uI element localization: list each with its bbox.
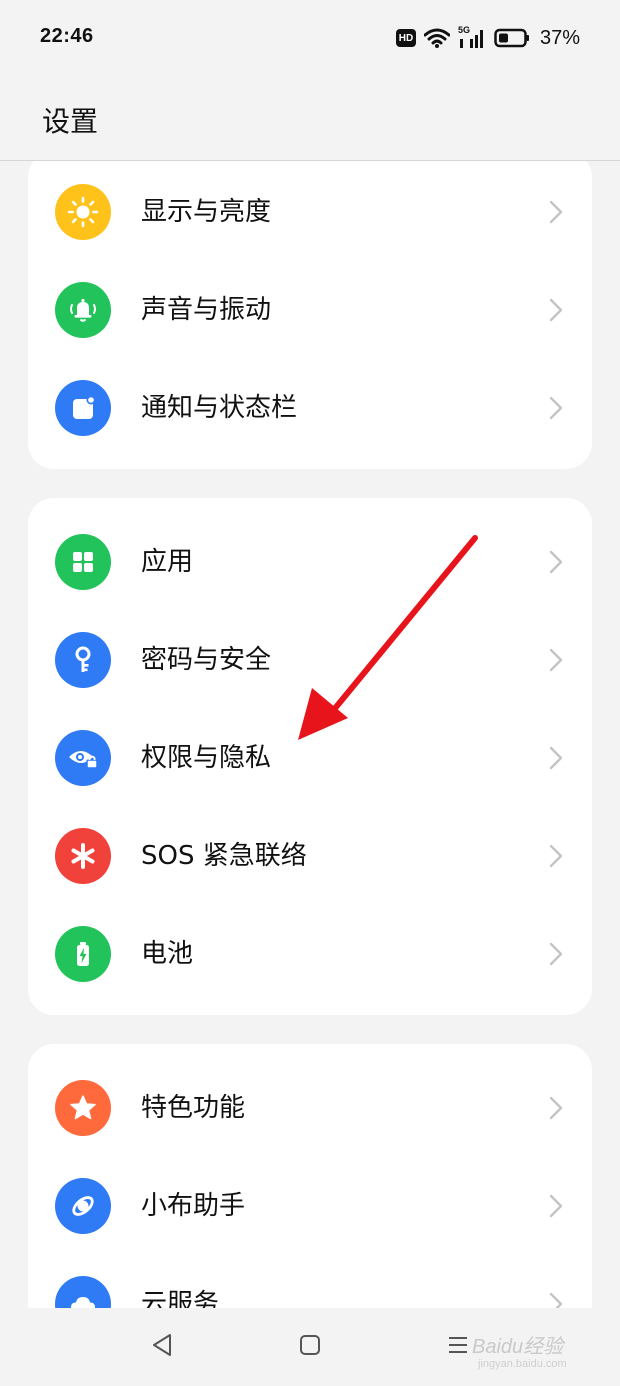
chevron-right-icon xyxy=(549,1194,563,1218)
star-icon xyxy=(55,1080,111,1136)
chevron-right-icon xyxy=(549,200,563,224)
settings-item-label: 密码与安全 xyxy=(141,645,272,675)
settings-item-notification-statusbar[interactable]: 通知与状态栏 xyxy=(28,359,592,457)
settings-item-cloud-service[interactable]: 云服务 xyxy=(28,1255,592,1308)
settings-group-apps-security: 应用 密码与安全 权限与隐私 SOS 紧急联络 电池 xyxy=(28,498,592,1015)
signal-bars-icon xyxy=(459,30,483,48)
settings-item-label: 通知与状态栏 xyxy=(141,393,298,423)
chevron-right-icon xyxy=(549,746,563,770)
chevron-right-icon xyxy=(549,396,563,420)
asterisk-icon xyxy=(55,828,111,884)
settings-item-breeno-assistant[interactable]: 小布助手 xyxy=(28,1157,592,1255)
settings-item-sound-vibration[interactable]: 声音与振动 xyxy=(28,261,592,359)
chevron-right-icon xyxy=(549,298,563,322)
wifi-icon xyxy=(423,28,450,48)
battery-icon xyxy=(55,926,111,982)
settings-item-label: 小布助手 xyxy=(141,1191,246,1221)
settings-item-label: 显示与亮度 xyxy=(141,197,272,227)
watermark: Baidu经验 xyxy=(472,1336,564,1358)
apps-grid-icon xyxy=(55,534,111,590)
status-bar: 22:46 HD 5G 37% xyxy=(0,0,620,76)
settings-item-label: 特色功能 xyxy=(141,1093,246,1123)
cloud-icon xyxy=(55,1276,111,1308)
notification-icon xyxy=(55,380,111,436)
settings-item-permissions-privacy[interactable]: 权限与隐私 xyxy=(28,709,592,807)
recents-menu-icon[interactable] xyxy=(446,1332,470,1358)
settings-item-label: 云服务 xyxy=(141,1289,220,1308)
status-time: 22:46 xyxy=(40,25,94,47)
settings-item-apps[interactable]: 应用 xyxy=(28,513,592,611)
settings-item-password-security[interactable]: 密码与安全 xyxy=(28,611,592,709)
settings-item-label: SOS 紧急联络 xyxy=(141,841,307,871)
settings-item-label: 应用 xyxy=(141,547,194,577)
cellular-signal: 5G xyxy=(458,25,486,49)
home-icon[interactable] xyxy=(298,1332,322,1358)
key-icon xyxy=(55,632,111,688)
chevron-right-icon xyxy=(549,1096,563,1120)
battery-percentage: 37% xyxy=(539,26,580,49)
settings-item-label: 电池 xyxy=(141,939,194,969)
bell-icon xyxy=(55,282,111,338)
settings-item-label: 声音与振动 xyxy=(141,295,272,325)
settings-group-features: 特色功能 小布助手 云服务 xyxy=(28,1044,592,1308)
hd-badge: HD xyxy=(395,29,416,47)
back-icon[interactable] xyxy=(150,1332,174,1358)
settings-item-special-features[interactable]: 特色功能 xyxy=(28,1059,592,1157)
watermark-url: jingyan.baidu.com xyxy=(478,1358,567,1370)
battery-status-icon xyxy=(494,28,529,48)
settings-list[interactable]: 显示与亮度 声音与振动 通知与状态栏 应用 密码与安全 权限与隐私 SOS 紧急… xyxy=(0,161,620,1308)
chevron-right-icon xyxy=(549,648,563,672)
chevron-right-icon xyxy=(549,942,563,966)
chevron-right-icon xyxy=(549,550,563,574)
page-header: 设置 xyxy=(0,76,620,161)
status-indicators: HD 5G 37% xyxy=(395,24,580,52)
assistant-icon xyxy=(55,1178,111,1234)
sun-icon xyxy=(55,184,111,240)
settings-item-display-brightness[interactable]: 显示与亮度 xyxy=(28,163,592,261)
page-title: 设置 xyxy=(42,105,99,138)
settings-item-sos-emergency[interactable]: SOS 紧急联络 xyxy=(28,807,592,905)
settings-group-display: 显示与亮度 声音与振动 通知与状态栏 xyxy=(28,161,592,469)
settings-item-battery[interactable]: 电池 xyxy=(28,905,592,1003)
settings-item-label: 权限与隐私 xyxy=(141,743,272,773)
privacy-eye-icon xyxy=(55,730,111,786)
chevron-right-icon xyxy=(549,1292,563,1308)
chevron-right-icon xyxy=(549,844,563,868)
